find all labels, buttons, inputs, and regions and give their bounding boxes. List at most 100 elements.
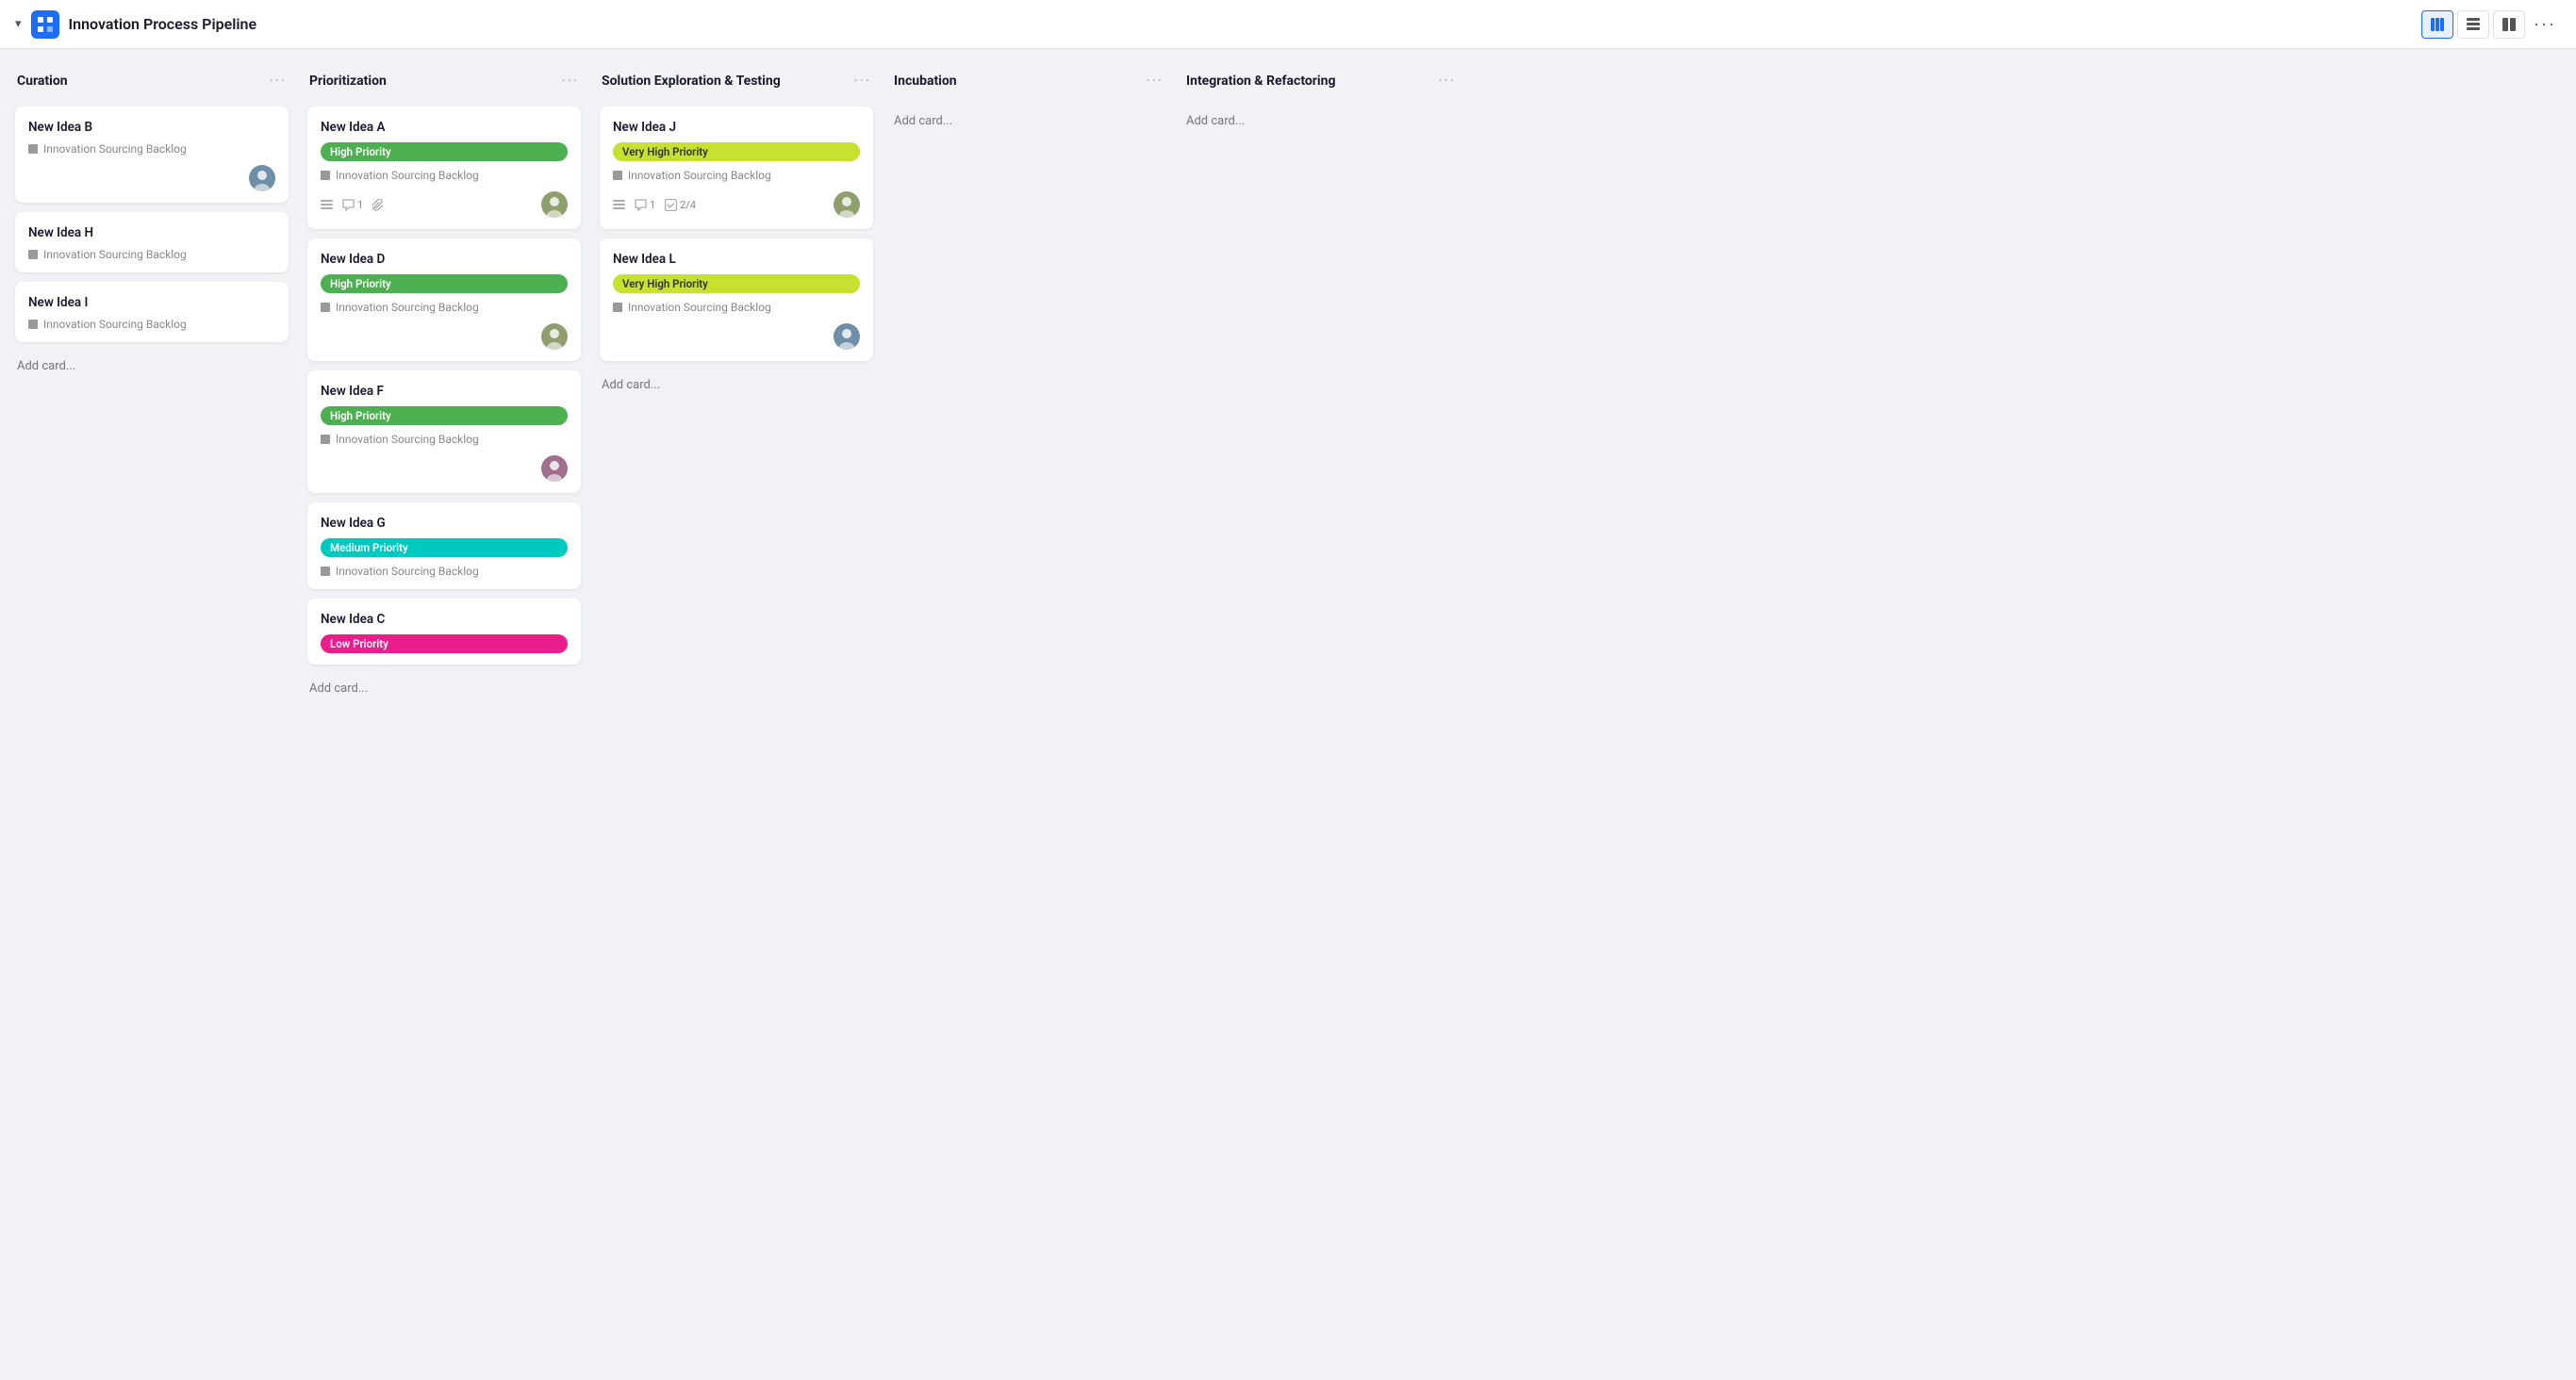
attach-icon <box>372 199 385 211</box>
tag-square-icon <box>613 303 622 312</box>
add-card-solution[interactable]: Add card... <box>600 370 873 400</box>
tag-label: Innovation Sourcing Backlog <box>628 301 771 314</box>
tag-square-icon <box>321 567 330 576</box>
tag-label: Innovation Sourcing Backlog <box>43 248 187 261</box>
card-tag-c-h: Innovation Sourcing Backlog <box>28 248 275 261</box>
priority-badge-p-d: High Priority <box>321 274 568 293</box>
avatar <box>541 323 568 350</box>
tag-square-icon <box>28 144 38 154</box>
card-title-p-d: New Idea D <box>321 252 568 267</box>
column-menu-integration[interactable]: ··· <box>1438 72 1456 90</box>
card-s-l[interactable]: New Idea L Very High Priority Innovation S… <box>600 238 873 361</box>
card-footer-c-b <box>28 165 275 191</box>
card-title-p-a: New Idea A <box>321 120 568 135</box>
add-card-integration[interactable]: Add card... <box>1184 107 1458 136</box>
card-footer-p-a: 1 <box>321 191 568 218</box>
priority-badge-s-l: Very High Priority <box>613 274 860 293</box>
column-header-incubation: Incubation ··· <box>892 72 1165 97</box>
card-title-c-i: New Idea I <box>28 295 275 310</box>
tag-square-icon <box>321 435 330 444</box>
avatar <box>541 455 568 482</box>
card-c-b[interactable]: New Idea B Innovation Sourcing Backlog <box>15 107 289 203</box>
avatar <box>834 323 860 350</box>
column-title-solution: Solution Exploration & Testing <box>602 74 781 89</box>
card-tag-p-a: Innovation Sourcing Backlog <box>321 169 568 182</box>
column-header-integration: Integration & Refactoring ··· <box>1184 72 1458 97</box>
column-menu-curation[interactable]: ··· <box>269 72 287 90</box>
tag-label: Innovation Sourcing Backlog <box>336 433 479 446</box>
card-tag-p-f: Innovation Sourcing Backlog <box>321 433 568 446</box>
card-title-p-f: New Idea F <box>321 384 568 399</box>
priority-badge-p-c: Low Priority <box>321 634 568 653</box>
column-integration: Integration & Refactoring ··· Add card... <box>1184 72 1458 136</box>
card-tag-c-i: Innovation Sourcing Backlog <box>28 318 275 331</box>
tag-square-icon <box>321 171 330 180</box>
column-title-integration: Integration & Refactoring <box>1186 74 1335 89</box>
check-2-4-icon: 2/4 <box>665 199 696 211</box>
tag-label: Innovation Sourcing Backlog <box>628 169 771 182</box>
column-header-curation: Curation ··· <box>15 72 289 97</box>
card-footer-s-l <box>613 323 860 350</box>
column-title-incubation: Incubation <box>894 74 957 89</box>
list-icon <box>321 199 333 211</box>
comment-1-icon: 1 <box>342 199 363 211</box>
card-p-g[interactable]: New Idea G Medium Priority Innovation Sour… <box>307 502 581 589</box>
card-tag-c-b: Innovation Sourcing Backlog <box>28 142 275 156</box>
priority-badge-p-f: High Priority <box>321 406 568 425</box>
add-card-incubation[interactable]: Add card... <box>892 107 1165 136</box>
avatar <box>249 165 275 191</box>
page-title: Innovation Process Pipeline <box>69 15 2412 33</box>
kanban-board: Curation ··· New Idea B Innovation Sourcing… <box>0 49 2576 1380</box>
card-p-d[interactable]: New Idea D High Priority Innovation Sourci… <box>307 238 581 361</box>
tag-label: Innovation Sourcing Backlog <box>336 301 479 314</box>
card-footer-p-d <box>321 323 568 350</box>
column-title-prioritization: Prioritization <box>309 74 387 89</box>
nav-chevron[interactable]: ▾ <box>15 17 22 31</box>
tag-square-icon <box>613 171 622 180</box>
tag-square-icon <box>28 250 38 259</box>
tag-label: Innovation Sourcing Backlog <box>336 565 479 578</box>
card-footer-p-f <box>321 455 568 482</box>
board-view-button[interactable] <box>2421 10 2453 39</box>
more-options-button[interactable]: ··· <box>2529 10 2561 39</box>
card-title-p-g: New Idea G <box>321 516 568 531</box>
avatar <box>834 191 860 218</box>
column-menu-incubation[interactable]: ··· <box>1146 72 1164 90</box>
card-title-c-h: New Idea H <box>28 225 275 240</box>
card-p-a[interactable]: New Idea A High Priority Innovation Sourci… <box>307 107 581 229</box>
tag-square-icon <box>321 303 330 312</box>
topbar: ▾ Innovation Process Pipeline <box>0 0 2576 49</box>
priority-badge-s-j: Very High Priority <box>613 142 860 161</box>
card-c-h[interactable]: New Idea H Innovation Sourcing Backlog <box>15 212 289 272</box>
card-title-s-l: New Idea L <box>613 252 860 267</box>
tag-square-icon <box>28 320 38 329</box>
card-icons-p-a: 1 <box>321 199 385 211</box>
add-card-curation[interactable]: Add card... <box>15 352 289 381</box>
card-p-c[interactable]: New Idea CLow Priority <box>307 599 581 665</box>
column-menu-prioritization[interactable]: ··· <box>561 72 579 90</box>
card-tag-p-g: Innovation Sourcing Backlog <box>321 565 568 578</box>
app-logo <box>31 10 59 39</box>
view-controls: ··· <box>2421 10 2561 39</box>
split-view-button[interactable] <box>2493 10 2525 39</box>
priority-badge-p-a: High Priority <box>321 142 568 161</box>
card-p-f[interactable]: New Idea F High Priority Innovation Sourci… <box>307 370 581 493</box>
priority-badge-p-g: Medium Priority <box>321 538 568 557</box>
card-title-c-b: New Idea B <box>28 120 275 135</box>
card-s-j[interactable]: New Idea J Very High Priority Innovation S… <box>600 107 873 229</box>
column-solution: Solution Exploration & Testing ··· New Ide… <box>600 72 873 400</box>
column-incubation: Incubation ··· Add card... <box>892 72 1165 136</box>
card-tag-s-j: Innovation Sourcing Backlog <box>613 169 860 182</box>
card-c-i[interactable]: New Idea I Innovation Sourcing Backlog <box>15 282 289 342</box>
list-view-button[interactable] <box>2457 10 2489 39</box>
column-header-solution: Solution Exploration & Testing ··· <box>600 72 873 97</box>
column-menu-solution[interactable]: ··· <box>853 72 871 90</box>
list-icon <box>613 199 625 211</box>
add-card-prioritization[interactable]: Add card... <box>307 674 581 703</box>
card-footer-s-j: 1 2/4 <box>613 191 860 218</box>
tag-label: Innovation Sourcing Backlog <box>43 142 187 156</box>
column-title-curation: Curation <box>17 74 68 89</box>
tag-label: Innovation Sourcing Backlog <box>43 318 187 331</box>
card-title-s-j: New Idea J <box>613 120 860 135</box>
avatar <box>541 191 568 218</box>
